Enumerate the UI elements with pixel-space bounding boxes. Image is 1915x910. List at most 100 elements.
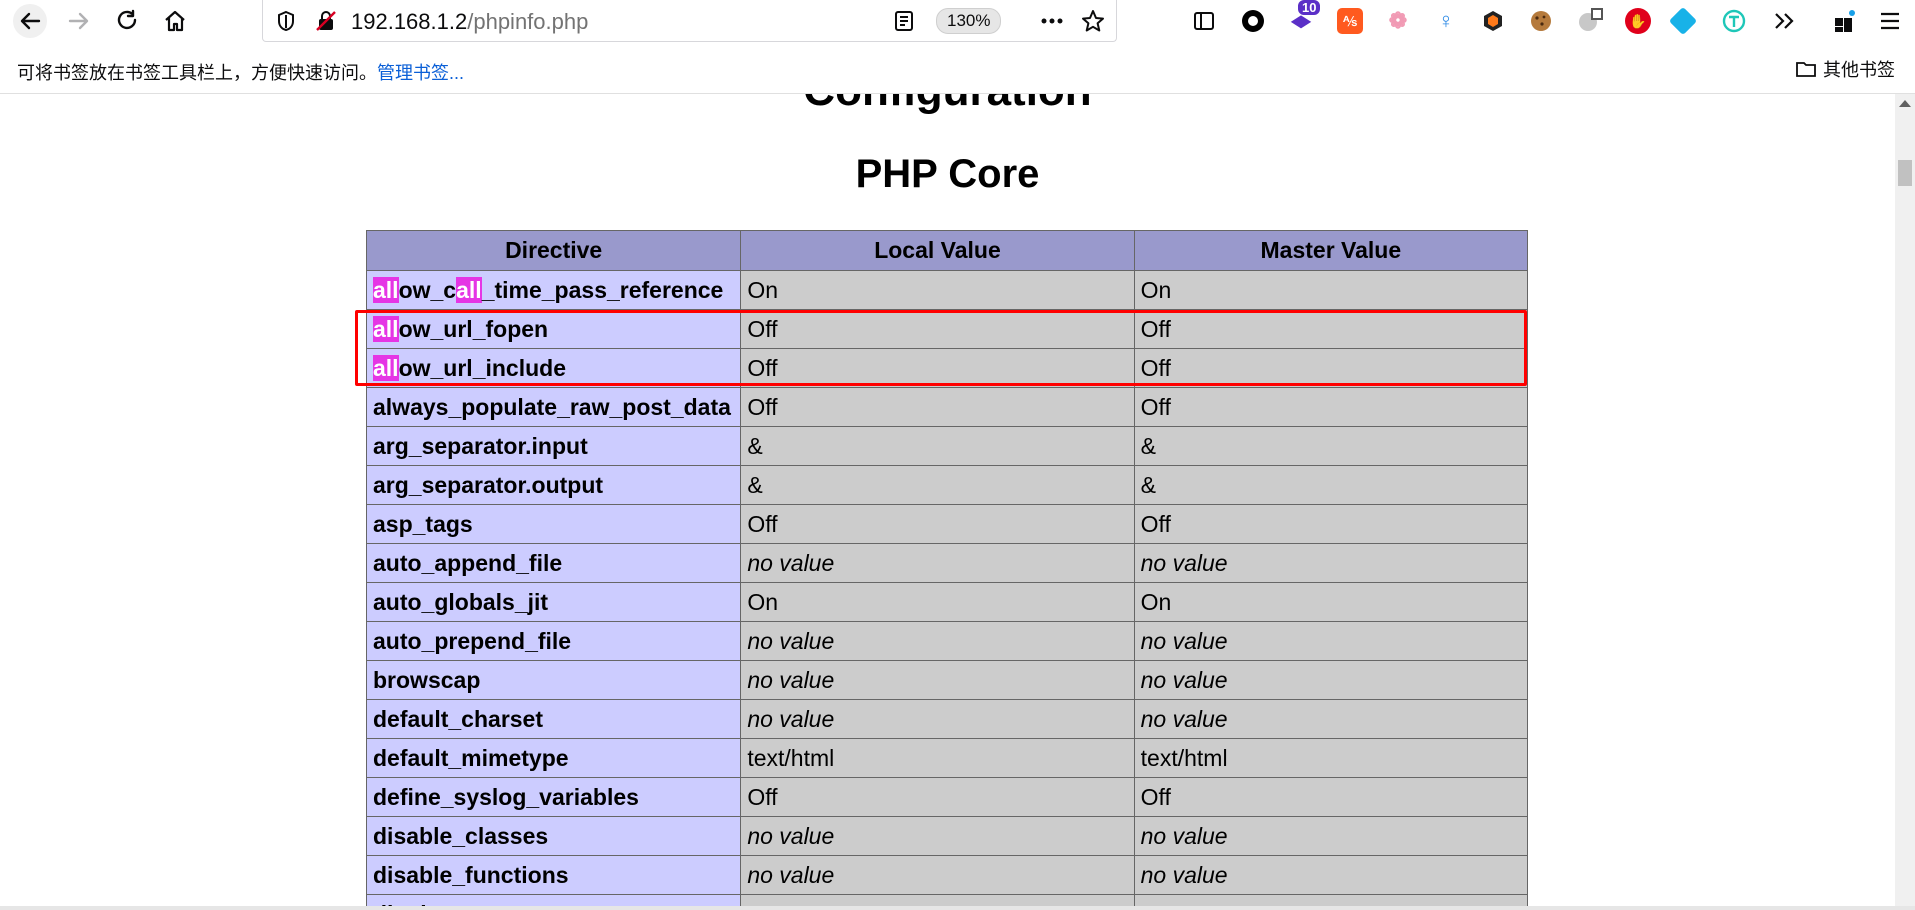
- table-header-row: Directive Local Value Master Value: [365, 230, 1529, 271]
- table-row: allow_url_include Off Off: [365, 348, 1529, 388]
- local-value-cell: On: [740, 270, 1135, 310]
- vertical-scrollbar[interactable]: [1895, 94, 1915, 906]
- master-value-cell: On: [1133, 582, 1529, 622]
- table-row: always_populate_raw_post_data Off Off: [365, 387, 1529, 427]
- table-row: display_errorsOnOn: [365, 894, 1529, 906]
- reader-view-icon[interactable]: [893, 10, 915, 32]
- t-extension-icon[interactable]: [1721, 8, 1747, 34]
- local-value-cell: no value: [740, 660, 1135, 700]
- layers-extension-icon[interactable]: 10: [1288, 0, 1321, 34]
- local-value-cell: Off: [740, 387, 1135, 427]
- hex-extension-icon[interactable]: [1480, 8, 1506, 34]
- url-bar[interactable]: 192.168.1.2/phpinfo.php 130%: [262, 0, 1117, 42]
- local-value-cell: Off: [740, 504, 1135, 544]
- other-bookmarks-label: 其他书签: [1823, 60, 1895, 80]
- zoom-indicator[interactable]: 130%: [936, 8, 1002, 34]
- php-core-table: Directive Local Value Master Value allow…: [365, 230, 1529, 906]
- forward-arrow-icon: [68, 12, 89, 30]
- directive-cell: default_mimetype: [365, 738, 742, 778]
- table-row: define_syslog_variables Off Off: [365, 777, 1529, 817]
- bookmarks-hint: 可将书签放在书签工具栏上，方便快速访问。管理书签...: [17, 59, 464, 85]
- more-actions-icon[interactable]: [1039, 10, 1065, 32]
- table-row: disable_classes no value no value: [365, 816, 1529, 856]
- grid-extension-icon[interactable]: [1577, 8, 1603, 34]
- page-content: Configuration PHP Core Directive Local V…: [0, 94, 1895, 906]
- reload-button[interactable]: [110, 4, 144, 38]
- local-value-cell: no value: [740, 543, 1135, 583]
- local-value-cell: text/html: [740, 738, 1135, 778]
- overflow-chevron-icon[interactable]: [1772, 10, 1796, 32]
- master-value-cell: no value: [1133, 816, 1529, 856]
- back-button[interactable]: [13, 4, 47, 38]
- directive-cell: define_syslog_variables: [365, 777, 742, 817]
- extension-badge: 10: [1298, 0, 1321, 15]
- directive-cell: default_charset: [365, 699, 742, 739]
- home-icon: [165, 10, 185, 32]
- shield-icon[interactable]: [275, 10, 297, 32]
- directive-cell: disable_functions: [365, 855, 742, 895]
- cookie-extension-icon[interactable]: [1528, 8, 1554, 34]
- search-match-highlight: all: [373, 354, 399, 381]
- local-value-cell: &: [740, 426, 1135, 466]
- local-value-cell: On: [740, 894, 1135, 906]
- table-row: auto_append_file no value no value: [365, 543, 1529, 583]
- directive-cell: asp_tags: [365, 504, 742, 544]
- php-core-heading: PHP Core: [855, 152, 1040, 196]
- local-value-cell: no value: [740, 699, 1135, 739]
- master-value-cell: text/html: [1133, 738, 1529, 778]
- table-row: browscap no value no value: [365, 660, 1529, 700]
- extensions-puzzle-icon[interactable]: [1832, 8, 1858, 34]
- table-row: arg_separator.output & &: [365, 465, 1529, 505]
- diamond-extension-icon[interactable]: [1668, 6, 1698, 36]
- other-bookmarks-button[interactable]: 其他书签: [1795, 56, 1895, 82]
- master-value-cell: &: [1133, 465, 1529, 505]
- header-master-value: Master Value: [1133, 230, 1529, 271]
- local-value-cell: Off: [740, 309, 1135, 349]
- browser-toolbar: 192.168.1.2/phpinfo.php 130% 10 ⅍ ❁ ♀ ✋: [0, 0, 1915, 42]
- master-value-cell: no value: [1133, 543, 1529, 583]
- table-row: asp_tags Off Off: [365, 504, 1529, 544]
- url-text[interactable]: 192.168.1.2/phpinfo.php: [351, 9, 588, 35]
- bookmarks-hint-text: 可将书签放在书签工具栏上，方便快速访问。: [17, 63, 377, 83]
- master-value-cell: no value: [1133, 660, 1529, 700]
- master-value-cell: Off: [1133, 348, 1529, 388]
- circle-extension-icon[interactable]: [1240, 8, 1266, 34]
- table-row: arg_separator.input & &: [365, 426, 1529, 466]
- library-icon[interactable]: [1192, 9, 1216, 33]
- bookmarks-bar: 可将书签放在书签工具栏上，方便快速访问。管理书签... 其他书签: [0, 42, 1915, 94]
- local-value-cell: no value: [740, 816, 1135, 856]
- home-button[interactable]: [158, 4, 192, 38]
- directive-cell: auto_globals_jit: [365, 582, 742, 622]
- master-value-cell: On: [1133, 270, 1529, 310]
- header-local-value: Local Value: [740, 230, 1135, 271]
- stop-hand-extension-icon[interactable]: ✋: [1625, 8, 1651, 34]
- scroll-up-arrow-icon[interactable]: [1899, 100, 1911, 107]
- master-value-cell: no value: [1133, 699, 1529, 739]
- dev-extension-icon[interactable]: ⅍: [1337, 8, 1363, 34]
- local-value-cell: On: [740, 582, 1135, 622]
- pin-extension-icon[interactable]: ♀: [1433, 8, 1459, 34]
- master-value-cell: Off: [1133, 777, 1529, 817]
- local-value-cell: Off: [740, 777, 1135, 817]
- local-value-cell: &: [740, 465, 1135, 505]
- configuration-heading: Configuration: [0, 94, 1895, 116]
- master-value-cell: Off: [1133, 504, 1529, 544]
- master-value-cell: Off: [1133, 387, 1529, 427]
- bookmark-star-icon[interactable]: [1081, 9, 1105, 33]
- insecure-lock-icon[interactable]: [315, 10, 337, 32]
- directive-cell: allow_url_include: [365, 348, 742, 388]
- menu-hamburger-icon[interactable]: [1878, 10, 1902, 32]
- back-arrow-icon: [20, 12, 41, 30]
- manage-bookmarks-link[interactable]: 管理书签...: [377, 63, 464, 83]
- scrollbar-thumb[interactable]: [1898, 160, 1912, 186]
- local-value-cell: no value: [740, 855, 1135, 895]
- master-value-cell: &: [1133, 426, 1529, 466]
- search-match-highlight: all: [373, 315, 399, 342]
- directive-cell: arg_separator.input: [365, 426, 742, 466]
- directive-cell: allow_url_fopen: [365, 309, 742, 349]
- chain-extension-icon[interactable]: ❁: [1385, 8, 1411, 34]
- directive-cell: auto_prepend_file: [365, 621, 742, 661]
- master-value-cell: no value: [1133, 855, 1529, 895]
- search-match-highlight: all: [373, 276, 399, 303]
- forward-button[interactable]: [62, 4, 96, 38]
